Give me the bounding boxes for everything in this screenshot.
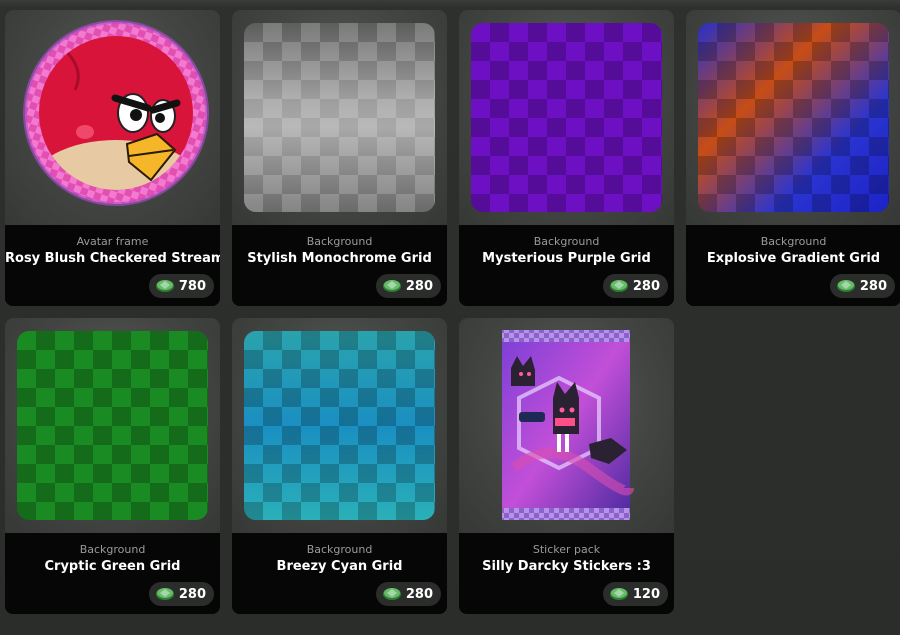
green-coin-icon bbox=[609, 588, 628, 600]
item-preview bbox=[686, 10, 900, 225]
shop-page: Avatar frame Rosy Blush Checkered Stream… bbox=[0, 0, 900, 635]
item-category: Background bbox=[306, 543, 373, 556]
item-name: Stylish Monochrome Grid bbox=[247, 251, 432, 266]
green-coin-icon bbox=[155, 280, 174, 292]
price-pill[interactable]: 280 bbox=[148, 582, 214, 606]
item-name: Breezy Cyan Grid bbox=[276, 559, 403, 574]
item-name: Mysterious Purple Grid bbox=[482, 251, 651, 266]
avatar-frame-preview-icon bbox=[23, 20, 209, 206]
item-preview bbox=[232, 318, 447, 533]
shop-item-card[interactable]: Avatar frame Rosy Blush Checkered Stream… bbox=[5, 10, 220, 306]
shop-item-card[interactable]: Background Stylish Monochrome Grid 280 bbox=[232, 10, 447, 306]
gray-checker-swatch bbox=[244, 23, 435, 212]
price-amount: 280 bbox=[859, 278, 887, 294]
price-amount: 780 bbox=[178, 278, 206, 294]
green-coin-icon bbox=[609, 280, 628, 292]
item-name: Silly Darcky Stickers :3 bbox=[482, 559, 651, 574]
item-preview bbox=[459, 318, 674, 533]
price-amount: 280 bbox=[178, 586, 206, 602]
cyan-checker-swatch bbox=[244, 331, 435, 520]
price-amount: 280 bbox=[405, 586, 433, 602]
shop-item-card[interactable]: Sticker pack Silly Darcky Stickers :3 12… bbox=[459, 318, 674, 614]
price-pill[interactable]: 120 bbox=[602, 582, 668, 606]
item-preview bbox=[459, 10, 674, 225]
green-coin-icon bbox=[382, 588, 401, 600]
item-preview bbox=[5, 10, 220, 225]
item-name: Cryptic Green Grid bbox=[44, 559, 181, 574]
green-checker-swatch bbox=[17, 331, 208, 520]
item-preview bbox=[232, 10, 447, 225]
price-amount: 280 bbox=[405, 278, 433, 294]
price-pill[interactable]: 780 bbox=[148, 274, 214, 298]
shop-item-card[interactable]: Background Explosive Gradient Grid 280 bbox=[686, 10, 900, 306]
shop-item-card[interactable]: Background Mysterious Purple Grid 280 bbox=[459, 10, 674, 306]
item-category: Background bbox=[306, 235, 373, 248]
shop-item-card[interactable]: Background Breezy Cyan Grid 280 bbox=[232, 318, 447, 614]
item-category: Background bbox=[79, 543, 146, 556]
price-pill[interactable]: 280 bbox=[829, 274, 895, 298]
item-name: Explosive Gradient Grid bbox=[706, 251, 881, 266]
item-category: Background bbox=[533, 235, 600, 248]
price-pill[interactable]: 280 bbox=[375, 582, 441, 606]
price-pill[interactable]: 280 bbox=[602, 274, 668, 298]
item-category: Sticker pack bbox=[532, 543, 601, 556]
sticker-pack-icon bbox=[502, 330, 634, 520]
purple-checker-swatch bbox=[471, 23, 662, 212]
item-category: Avatar frame bbox=[76, 235, 149, 248]
item-name: Rosy Blush Checkered Stream bbox=[5, 251, 220, 266]
green-coin-icon bbox=[155, 588, 174, 600]
item-preview bbox=[5, 318, 220, 533]
green-coin-icon bbox=[836, 280, 855, 292]
price-pill[interactable]: 280 bbox=[375, 274, 441, 298]
shop-item-card[interactable]: Background Cryptic Green Grid 280 bbox=[5, 318, 220, 614]
item-category: Background bbox=[760, 235, 827, 248]
price-amount: 120 bbox=[632, 586, 660, 602]
green-coin-icon bbox=[382, 280, 401, 292]
blue-orange-checker-swatch bbox=[698, 23, 889, 212]
item-grid: Avatar frame Rosy Blush Checkered Stream… bbox=[5, 10, 900, 614]
price-amount: 280 bbox=[632, 278, 660, 294]
